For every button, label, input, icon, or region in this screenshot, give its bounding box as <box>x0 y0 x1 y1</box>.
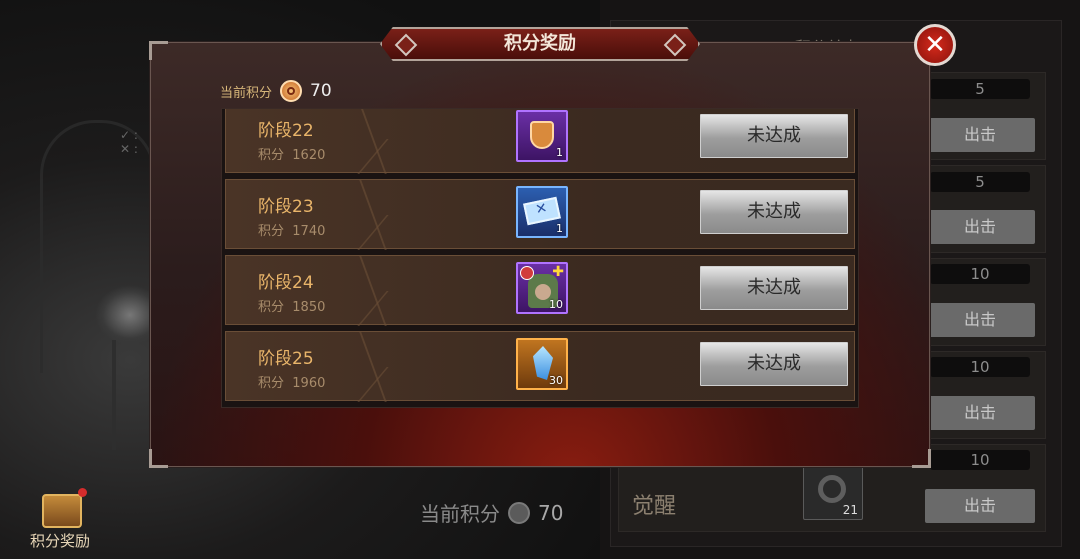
bottom-points-label: 当前积分 <box>420 502 500 526</box>
bottom-points-value: 70 <box>538 500 564 525</box>
item-qty: 1 <box>556 146 563 159</box>
reward-list[interactable]: 阶段22 积分 1620 1 未达成 阶段23 积分 1740 1 未达成 阶段… <box>221 108 859 408</box>
bg-count: 5 <box>930 172 1030 192</box>
chest-icon <box>42 494 82 528</box>
awaken-item-icon: 21 <box>803 466 863 520</box>
claim-status-button[interactable]: 未达成 <box>700 190 848 234</box>
bg-count: 10 <box>930 450 1030 470</box>
bg-go-button[interactable]: 出击 <box>925 210 1035 244</box>
points-reward-label: 积分奖励 <box>29 532 90 550</box>
bottom-current-points: 当前积分 70 <box>420 498 563 527</box>
awaken-stage-label: 觉醒 <box>632 494 677 519</box>
plus-badge-icon: ✚ <box>552 264 564 280</box>
stage-name: 阶段22 <box>258 121 314 141</box>
bg-go-button[interactable]: 出击 <box>925 489 1035 523</box>
reward-item[interactable]: 1 <box>516 110 568 162</box>
shield-item-icon <box>530 121 554 149</box>
bg-count: 10 <box>930 357 1030 377</box>
stage-name: 阶段23 <box>258 197 314 217</box>
item-qty: 1 <box>556 222 563 235</box>
item-qty: 30 <box>549 374 563 387</box>
bg-count: 5 <box>930 79 1030 99</box>
claim-status-button[interactable]: 未达成 <box>700 266 848 310</box>
item-qty: 10 <box>549 298 563 311</box>
close-button[interactable]: ✕ <box>914 24 956 66</box>
bg-go-button[interactable]: 出击 <box>925 118 1035 152</box>
current-points-label: 当前积分 <box>220 85 273 101</box>
bg-go-button[interactable]: 出击 <box>925 303 1035 337</box>
stage-points: 积分 1620 <box>258 148 326 163</box>
ticket-item-icon <box>523 196 561 226</box>
stage-points: 积分 1960 <box>258 376 326 391</box>
close-icon: ✕ <box>924 30 946 60</box>
reward-item[interactable]: ✚ 10 <box>516 262 568 314</box>
points-coin-icon <box>508 501 530 524</box>
reward-item[interactable]: 30 <box>516 338 568 390</box>
claim-status-button[interactable]: 未达成 <box>700 342 848 386</box>
stage-points: 积分 1850 <box>258 300 326 315</box>
reward-item[interactable]: 1 <box>516 186 568 238</box>
reward-row: 阶段24 积分 1850 ✚ 10 未达成 <box>225 255 855 326</box>
awaken-item-qty: 21 <box>842 503 858 517</box>
reward-row: 阶段22 积分 1620 1 未达成 <box>225 109 855 174</box>
notification-dot <box>78 488 87 497</box>
modal-title: 积分奖励 <box>504 33 576 54</box>
current-points: 当前积分 70 <box>220 80 332 102</box>
left-deco-marks: ✓ : ✕ : <box>120 128 138 156</box>
stage-points: 积分 1740 <box>258 224 326 239</box>
claim-status-button[interactable]: 未达成 <box>700 114 848 158</box>
bg-count: 10 <box>930 264 1030 284</box>
current-points-value: 70 <box>310 81 332 101</box>
points-coin-icon <box>280 80 303 102</box>
reward-row: 阶段23 积分 1740 1 未达成 <box>225 179 855 250</box>
stage-name: 阶段24 <box>258 273 314 293</box>
points-reward-button[interactable]: 积分奖励 <box>18 488 102 554</box>
reward-row: 阶段25 积分 1960 30 未达成 <box>225 331 855 402</box>
skull-badge-icon <box>520 266 534 280</box>
stage-name: 阶段25 <box>258 349 314 369</box>
bg-go-button[interactable]: 出击 <box>925 396 1035 430</box>
